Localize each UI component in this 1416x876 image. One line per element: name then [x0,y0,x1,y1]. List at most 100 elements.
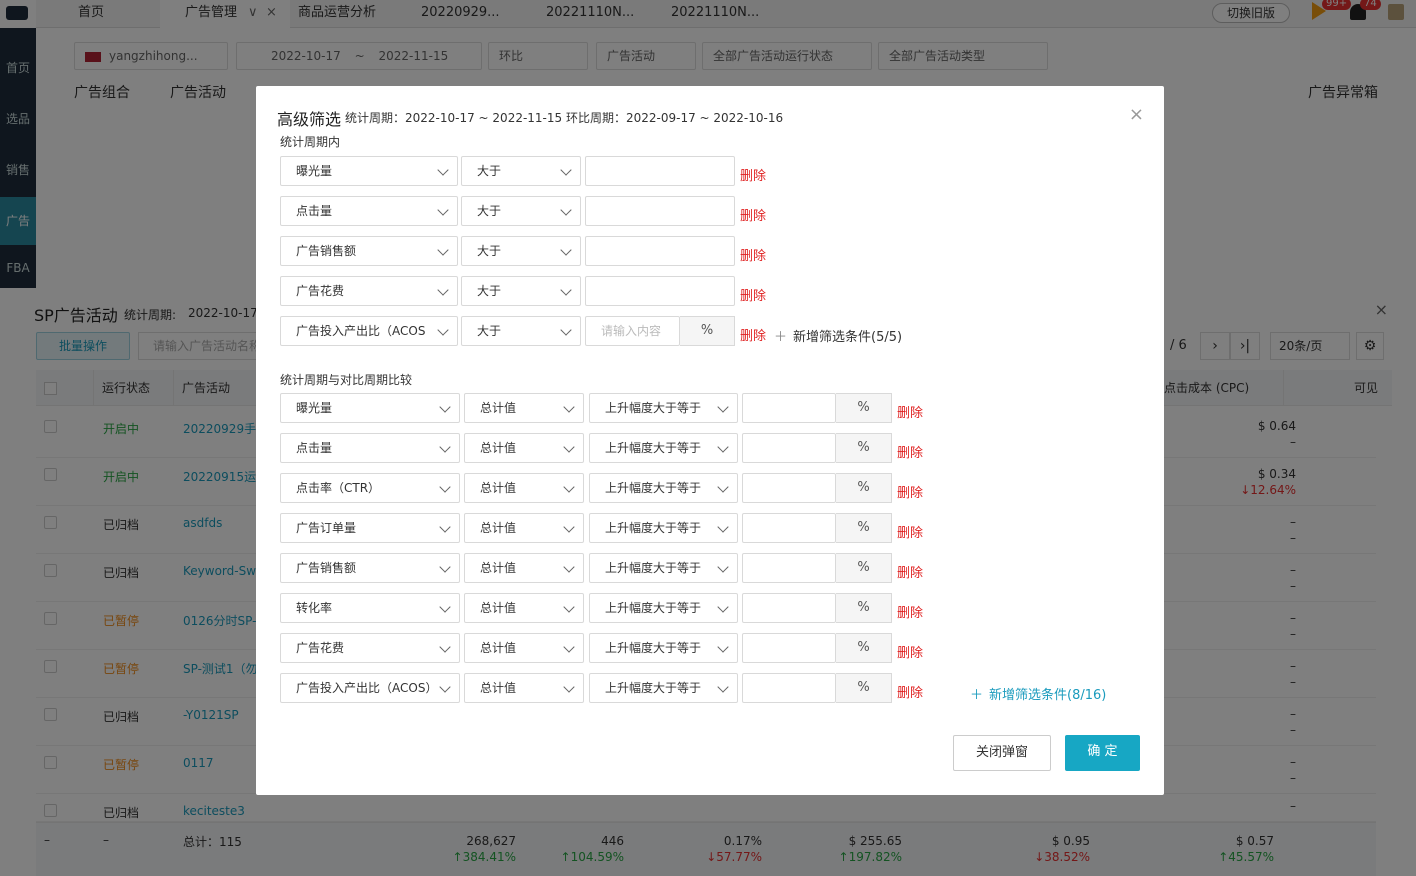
metric-select[interactable]: 广告投入产出比（ACOS） [280,673,460,703]
chevron-down-icon [563,601,575,613]
chevron-down-icon [437,244,449,256]
metric-label: 点击量 [296,204,333,218]
value-input[interactable] [742,673,836,703]
metric-label: 广告销售额 [296,244,357,258]
delete-link[interactable]: 删除 [897,562,923,581]
metric-select[interactable]: 点击量 [280,196,458,226]
operator-label: 大于 [477,244,502,258]
metric-label: 广告销售额 [296,561,357,575]
metric-select[interactable]: 广告订单量 [280,513,460,543]
aggregate-select[interactable]: 总计值 [464,393,584,423]
chevron-down-icon [563,401,575,413]
value-input[interactable] [742,553,836,583]
operator-select[interactable]: 大于 [461,196,581,226]
aggregate-select[interactable]: 总计值 [464,473,584,503]
chevron-down-icon [439,641,451,653]
compare-select[interactable]: 上升幅度大于等于 [589,473,738,503]
compare-select[interactable]: 上升幅度大于等于 [589,633,738,663]
operator-label: 大于 [477,204,502,218]
metric-select[interactable]: 曝光量 [280,156,458,186]
confirm-button[interactable]: 确 定 [1065,735,1140,771]
chevron-down-icon [439,481,451,493]
aggregate-label: 总计值 [480,641,517,655]
add-filter-link-compare[interactable]: ＋ 新增筛选条件(8/16) [970,684,1106,703]
metric-select[interactable]: 广告花费 [280,276,458,306]
delete-link[interactable]: 删除 [740,245,766,264]
operator-select[interactable]: 大于 [461,236,581,266]
delete-link[interactable]: 删除 [897,642,923,661]
compare-select[interactable]: 上升幅度大于等于 [589,433,738,463]
value-input[interactable] [742,513,836,543]
operator-select[interactable]: 大于 [461,316,581,346]
chevron-down-icon [437,284,449,296]
value-input[interactable] [585,236,735,266]
plus-icon: ＋ [970,688,984,703]
aggregate-select[interactable]: 总计值 [464,593,584,623]
delete-link[interactable]: 删除 [897,682,923,701]
metric-select[interactable]: 转化率 [280,593,460,623]
plus-icon: ＋ [774,330,788,345]
value-input[interactable]: 请输入内容 [585,316,680,346]
value-input[interactable] [742,593,836,623]
close-icon[interactable]: × [1129,104,1144,125]
delete-link[interactable]: 删除 [897,602,923,621]
percent-suffix: % [836,433,892,463]
operator-label: 大于 [477,284,502,298]
compare-select[interactable]: 上升幅度大于等于 [589,393,738,423]
close-modal-button[interactable]: 关闭弹窗 [953,735,1051,771]
value-input[interactable] [742,433,836,463]
percent-suffix: % [836,513,892,543]
operator-select[interactable]: 大于 [461,156,581,186]
modal-title: 高级筛选 [277,110,342,129]
value-input[interactable] [585,156,735,186]
percent-suffix: % [836,593,892,623]
value-input[interactable] [585,196,735,226]
aggregate-label: 总计值 [480,481,517,495]
metric-select[interactable]: 广告销售额 [280,236,458,266]
chevron-down-icon [439,441,451,453]
aggregate-select[interactable]: 总计值 [464,633,584,663]
chevron-down-icon [563,481,575,493]
metric-select[interactable]: 广告销售额 [280,553,460,583]
delete-link[interactable]: 删除 [897,442,923,461]
aggregate-select[interactable]: 总计值 [464,433,584,463]
aggregate-select[interactable]: 总计值 [464,513,584,543]
value-input[interactable] [742,473,836,503]
metric-select[interactable]: 广告花费 [280,633,460,663]
chevron-down-icon [560,324,572,336]
modal-subtitle: 统计周期：2022-10-17 ~ 2022-11-15 环比周期：2022-0… [345,111,784,125]
value-input[interactable] [742,633,836,663]
aggregate-select[interactable]: 总计值 [464,673,584,703]
aggregate-label: 总计值 [480,681,517,695]
value-input[interactable] [585,276,735,306]
chevron-down-icon [439,521,451,533]
advanced-filter-modal: 高级筛选 统计周期：2022-10-17 ~ 2022-11-15 环比周期：2… [256,86,1164,795]
compare-select[interactable]: 上升幅度大于等于 [589,553,738,583]
metric-label: 点击量 [296,441,333,455]
metric-select[interactable]: 点击率（CTR） [280,473,460,503]
chevron-down-icon [717,481,729,493]
metric-select[interactable]: 点击量 [280,433,460,463]
section-title-period: 统计周期内 [280,135,341,149]
metric-select[interactable]: 曝光量 [280,393,460,423]
chevron-down-icon [563,641,575,653]
delete-link[interactable]: 删除 [740,325,766,344]
value-input[interactable] [742,393,836,423]
compare-select[interactable]: 上升幅度大于等于 [589,673,738,703]
metric-label: 曝光量 [296,401,333,415]
aggregate-select[interactable]: 总计值 [464,553,584,583]
delete-link[interactable]: 删除 [740,285,766,304]
add-filter-link-period[interactable]: ＋ 新增筛选条件(5/5) [774,326,902,345]
delete-link[interactable]: 删除 [897,522,923,541]
chevron-down-icon [560,284,572,296]
delete-link[interactable]: 删除 [897,482,923,501]
delete-link[interactable]: 删除 [897,402,923,421]
compare-select[interactable]: 上升幅度大于等于 [589,593,738,623]
chevron-down-icon [717,561,729,573]
metric-select[interactable]: 广告投入产出比（ACOS [280,316,458,346]
delete-link[interactable]: 删除 [740,205,766,224]
operator-select[interactable]: 大于 [461,276,581,306]
metric-label: 点击率（CTR） [296,481,381,495]
compare-select[interactable]: 上升幅度大于等于 [589,513,738,543]
delete-link[interactable]: 删除 [740,165,766,184]
